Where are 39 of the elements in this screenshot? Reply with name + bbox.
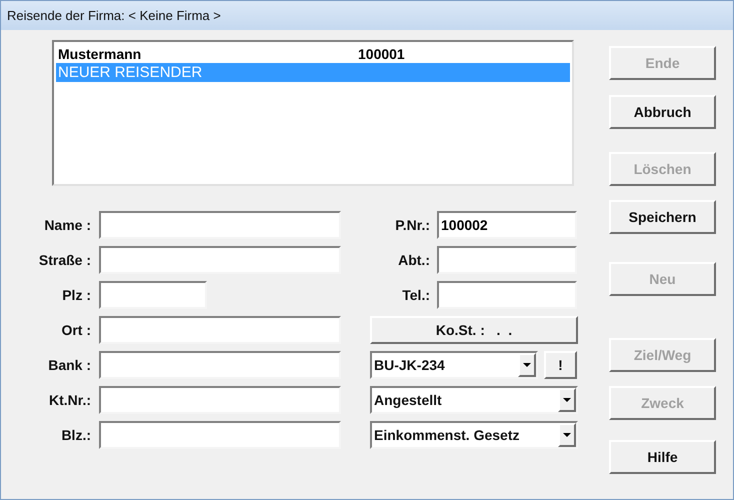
field-label: Ort : [60,322,91,338]
input-field[interactable] [99,316,341,344]
field-label: Blz.: [60,427,91,443]
input-field[interactable] [437,246,577,274]
combo-value: Einkommenst. Gesetz [373,427,520,443]
field-label: Straße : [38,252,91,268]
dropdown-button[interactable] [558,423,576,447]
combo-box[interactable]: BU-JK-234 [370,351,538,379]
caret-icon [523,363,531,367]
input-field[interactable] [99,386,341,414]
field-label: Kt.Nr.: [48,392,91,408]
dropdown-button[interactable] [558,388,576,412]
field-label: Abt.: [397,252,430,268]
field-label: Tel.: [401,287,430,303]
input-field[interactable] [99,281,207,309]
input-field[interactable] [99,246,341,274]
field-label: Plz : [61,287,91,303]
input-field[interactable] [99,211,341,239]
input-field[interactable] [437,281,577,309]
cost-center-button[interactable]: Ko.St. : . . [370,316,578,344]
field-label: Bank : [47,357,91,373]
combo-value: BU-JK-234 [373,357,446,373]
dropdown-button[interactable] [518,353,536,377]
dialog-button[interactable]: Speichern [609,200,716,234]
dialog-button[interactable]: Abbruch [609,95,716,129]
input-field[interactable] [99,351,341,379]
combo-box[interactable]: Einkommenst. Gesetz [370,421,578,449]
field-label: Name : [43,217,91,233]
dialog-button[interactable]: Hilfe [609,440,716,474]
input-field[interactable] [99,421,341,449]
field-label: P.Nr.: [394,217,430,233]
window-title: Reisende der Firma: < Keine Firma > [7,8,221,23]
exclamation-button[interactable]: ! [544,351,577,379]
combo-box[interactable]: Angestellt [370,386,578,414]
input-field[interactable]: 100002 [437,211,577,239]
list-item[interactable]: Mustermann 100001 [56,44,570,63]
combo-value: Angestellt [373,392,443,408]
caret-icon [563,433,571,437]
caret-icon [563,398,571,402]
